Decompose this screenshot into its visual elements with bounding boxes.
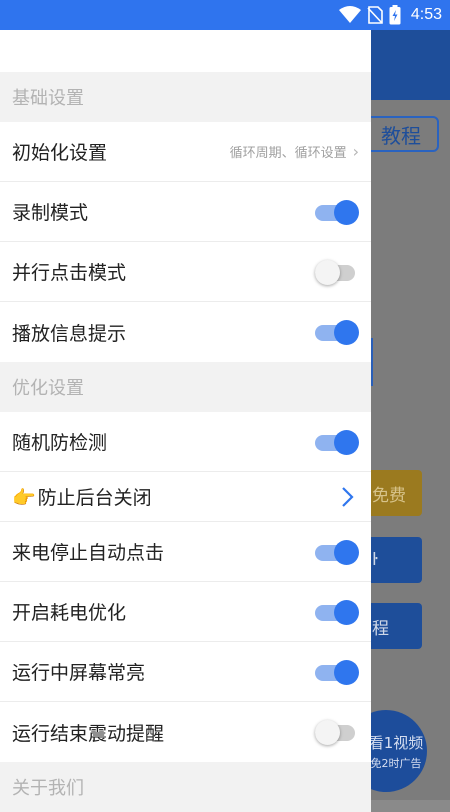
parallel-click-toggle[interactable] [315, 258, 359, 286]
screen-on-toggle[interactable] [315, 658, 359, 686]
power-optimize-row: 开启耗电优化 [0, 582, 371, 642]
anti-detect-label: 随机防检测 [12, 432, 108, 454]
prevent-background-close-label: 防止后台关闭 [37, 487, 152, 509]
settings-drawer: 基础设置 初始化设置 循环周期、循环设置 › 录制模式 并行点击模式 播放信息提… [0, 30, 371, 812]
anti-detect-row: 随机防检测 [0, 412, 371, 472]
pointing-hand-icon: 👉 [12, 487, 36, 509]
ad-free-label: 免2时广告 [370, 756, 422, 770]
background-button-1: ŀ [366, 537, 422, 583]
status-bar: 4:53 [0, 0, 450, 30]
parallel-click-row: 并行点击模式 [0, 242, 371, 302]
playback-info-label: 播放信息提示 [12, 322, 127, 345]
screen-on-row: 运行中屏幕常亮 [0, 642, 371, 702]
chevron-right-icon: › [352, 142, 359, 161]
prevent-background-close-text: 👉 防止后台关闭 [12, 483, 335, 510]
init-settings-hint: 循环周期、循环设置 [229, 146, 347, 161]
record-mode-label: 录制模式 [12, 202, 89, 224]
call-stop-label: 来电停止自动点击 [12, 542, 165, 564]
section-optimize-settings: 优化设置 [0, 362, 371, 412]
status-icons: 4:53 [338, 0, 442, 30]
section-about-us[interactable]: 关于我们 [0, 762, 371, 812]
wifi-icon [338, 6, 361, 23]
vibrate-on-finish-label: 运行结束震动提醒 [12, 722, 165, 745]
vibrate-on-finish-toggle[interactable] [315, 718, 359, 746]
clock: 4:53 [410, 6, 442, 23]
record-mode-row: 录制模式 [0, 182, 371, 242]
playback-info-toggle[interactable] [315, 318, 359, 346]
no-sim-icon [367, 6, 383, 24]
anti-detect-toggle[interactable] [315, 428, 359, 456]
watch-video-label: 看1视频 [368, 733, 424, 752]
background-button-2: 程 [366, 603, 422, 649]
vibrate-on-finish-row: 运行结束震动提醒 [0, 702, 371, 762]
init-settings-row[interactable]: 初始化设置 循环周期、循环设置 › [0, 122, 371, 182]
battery-charging-icon [389, 5, 401, 25]
power-optimize-label: 开启耗电优化 [12, 602, 127, 624]
playback-info-row: 播放信息提示 [0, 302, 371, 362]
call-stop-toggle[interactable] [315, 538, 359, 566]
free-button: 免费 [366, 470, 422, 516]
parallel-click-label: 并行点击模式 [12, 262, 127, 284]
call-stop-row: 来电停止自动点击 [0, 522, 371, 582]
record-mode-toggle[interactable] [315, 198, 359, 226]
init-settings-label: 初始化设置 [12, 142, 108, 164]
prevent-background-close-row[interactable]: 👉 防止后台关闭 [0, 472, 371, 522]
power-optimize-toggle[interactable] [315, 598, 359, 626]
tutorial-button: 教程 [363, 116, 439, 152]
section-basic-settings: 基础设置 [0, 72, 371, 122]
drawer-header [0, 30, 371, 72]
screen-on-label: 运行中屏幕常亮 [12, 662, 146, 684]
chevron-right-icon [342, 486, 354, 507]
